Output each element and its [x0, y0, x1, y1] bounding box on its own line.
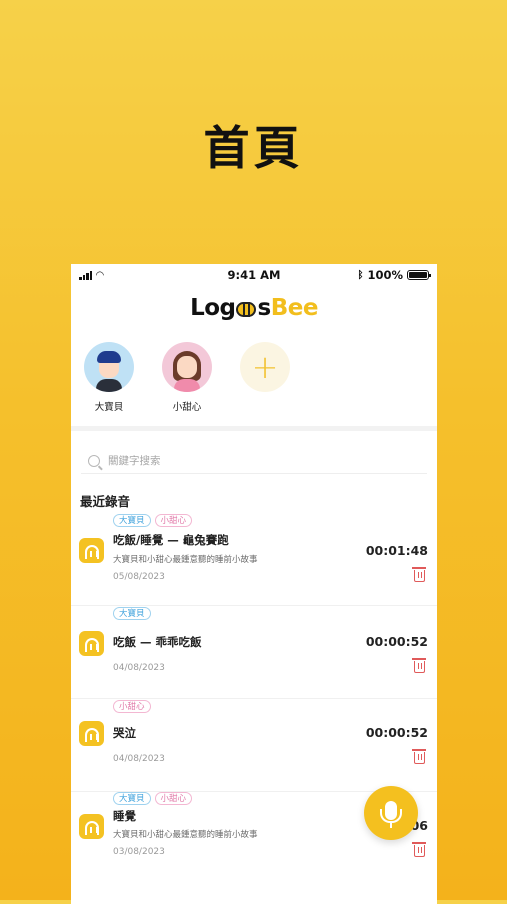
divider	[71, 426, 437, 431]
recording-date: 05/08/2023	[113, 572, 165, 582]
status-bar: ◠ 9:41 AM ᛒ 100%	[71, 264, 437, 286]
status-time: 9:41 AM	[227, 268, 281, 282]
battery-percent: 100%	[367, 268, 403, 282]
microphone-icon	[380, 801, 402, 828]
plus-icon: +	[251, 348, 279, 386]
trash-icon[interactable]	[412, 749, 426, 764]
add-profile[interactable]: +	[240, 342, 290, 426]
app-logo: Log s Bee	[190, 295, 318, 321]
avatar[interactable]	[162, 342, 212, 392]
hero-title: 首頁	[203, 121, 304, 175]
tag-badge: 小甜心	[154, 792, 193, 805]
profile-name: 大寶貝	[94, 402, 124, 413]
record-button[interactable]	[364, 786, 418, 840]
recording-desc: 大寶貝和小甜心最鍾意聽的睡前小故事	[113, 555, 258, 565]
profile-name: 小甜心	[172, 402, 202, 413]
audio-icon	[79, 721, 104, 746]
tag-badge: 大寶貝	[113, 514, 151, 527]
recording-title: 吃飯 — 乖乖吃飯	[113, 635, 202, 649]
recording-title: 哭泣	[113, 726, 136, 740]
bluetooth-icon: ᛒ	[357, 269, 364, 281]
recording-item[interactable]: 大寶貝 吃飯 — 乖乖吃飯 04/08/2023 00:00:52	[71, 607, 437, 699]
recording-date: 03/08/2023	[113, 847, 165, 857]
add-profile-button[interactable]: +	[240, 342, 290, 392]
trash-icon[interactable]	[412, 658, 426, 673]
avatar[interactable]	[84, 342, 134, 392]
audio-icon	[79, 814, 104, 839]
profile-list: 大寶貝 小甜心 +	[71, 330, 437, 426]
recording-title: 吃飯/睡覺 — 龜兔賽跑	[113, 533, 229, 547]
recording-duration: 00:01:48	[365, 543, 428, 558]
trash-icon[interactable]	[412, 567, 426, 582]
search-input[interactable]: 關鍵字搜索	[81, 448, 427, 474]
tag-badge: 大寶貝	[113, 792, 151, 805]
recording-date: 04/08/2023	[113, 754, 165, 764]
recording-duration: 00:00:52	[365, 725, 428, 740]
signal-icon	[79, 270, 92, 280]
profile-item[interactable]: 小甜心	[162, 342, 212, 426]
battery-icon	[406, 270, 431, 280]
recording-item[interactable]: 小甜心 哭泣 04/08/2023 00:00:52	[71, 700, 437, 792]
tag-badge: 小甜心	[154, 514, 193, 527]
recording-desc: 大寶貝和小甜心最鍾意聽的睡前小故事	[113, 830, 258, 840]
audio-icon	[79, 631, 104, 656]
recording-duration: 00:00:52	[365, 634, 428, 649]
recording-date: 04/08/2023	[113, 663, 165, 673]
recording-item[interactable]: 大寶貝 小甜心 吃飯/睡覺 — 龜兔賽跑 大寶貝和小甜心最鍾意聽的睡前小故事 0…	[71, 514, 437, 606]
recording-title: 睡覺	[113, 809, 136, 823]
bee-icon	[236, 302, 257, 317]
trash-icon[interactable]	[412, 842, 426, 857]
phone-screen: ◠ 9:41 AM ᛒ 100% Log s Bee 大寶貝 小甜心 + 關鍵字…	[71, 264, 437, 904]
recent-recordings-title: 最近錄音	[80, 494, 131, 509]
search-icon	[88, 454, 100, 467]
audio-icon	[79, 538, 104, 563]
profile-item[interactable]: 大寶貝	[84, 342, 134, 426]
tag-badge: 小甜心	[113, 700, 151, 713]
tag-badge: 大寶貝	[113, 607, 151, 620]
search-placeholder: 關鍵字搜索	[108, 455, 161, 467]
wifi-icon: ◠	[96, 269, 104, 281]
